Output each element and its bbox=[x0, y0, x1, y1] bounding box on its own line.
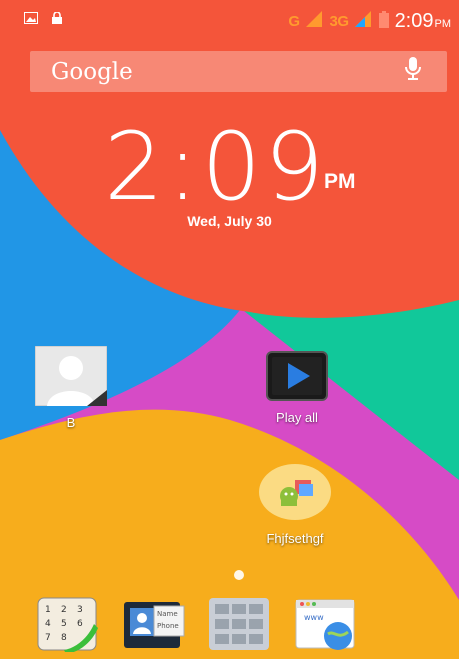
status-bar: G 3G 2:09PM bbox=[0, 0, 459, 40]
play-icon bbox=[266, 351, 328, 404]
battery-icon bbox=[378, 10, 389, 33]
network-label: G bbox=[288, 13, 300, 30]
lock-notification-icon bbox=[52, 11, 62, 29]
network-type-label: 3G bbox=[329, 13, 350, 30]
mic-icon[interactable] bbox=[405, 57, 421, 86]
dock-phone[interactable]: 123 456 78 bbox=[36, 596, 100, 654]
android-folder-icon bbox=[257, 462, 333, 525]
svg-text:1: 1 bbox=[45, 605, 51, 615]
google-logo: Google bbox=[51, 58, 133, 85]
page-indicator-dot bbox=[234, 570, 244, 580]
svg-text:4: 4 bbox=[45, 619, 51, 629]
wallpaper bbox=[0, 0, 459, 659]
clock-ampm: PM bbox=[324, 170, 356, 193]
svg-text:8: 8 bbox=[61, 633, 67, 643]
svg-text:5: 5 bbox=[61, 619, 67, 629]
card-phone-text: Phone bbox=[157, 622, 179, 630]
dock-contacts[interactable]: Name Phone bbox=[122, 596, 186, 652]
signal-icon bbox=[305, 11, 324, 32]
phone-dialer-icon: 123 456 78 bbox=[36, 597, 100, 656]
image-notification-icon bbox=[24, 11, 38, 29]
status-time: 2:09PM bbox=[394, 10, 451, 32]
app-folder-fhjfsethgf[interactable]: Fhjfsethgf bbox=[255, 462, 335, 546]
clock-time: 2:09 bbox=[103, 113, 328, 222]
browser-www-text: www bbox=[304, 613, 324, 622]
app-label: Fhjfsethgf bbox=[266, 531, 324, 546]
svg-text:7: 7 bbox=[45, 633, 51, 643]
svg-text:2: 2 bbox=[61, 605, 67, 615]
svg-text:3: 3 bbox=[77, 605, 83, 615]
app-play-all[interactable]: Play all bbox=[262, 351, 332, 425]
dock-browser[interactable]: www bbox=[294, 596, 358, 652]
app-label: Play all bbox=[276, 410, 318, 425]
home-screen: G 3G 2:09PM Google 2:09 PM Wed, July 30 bbox=[0, 0, 459, 659]
browser-icon: www bbox=[294, 599, 358, 656]
app-label: B bbox=[66, 415, 76, 430]
clock-date: Wed, July 30 bbox=[187, 213, 272, 229]
contact-icon bbox=[34, 345, 108, 409]
signal-strength-icon bbox=[354, 11, 373, 32]
google-search-bar[interactable]: Google bbox=[30, 51, 447, 92]
app-contact-b[interactable]: B bbox=[34, 345, 108, 430]
card-name-text: Name bbox=[157, 610, 178, 618]
dock-app-drawer[interactable] bbox=[207, 596, 271, 652]
svg-text:6: 6 bbox=[77, 619, 83, 629]
clock-widget[interactable]: 2:09 PM Wed, July 30 bbox=[0, 113, 459, 230]
app-drawer-icon bbox=[207, 598, 271, 656]
contacts-card-icon: Name Phone bbox=[122, 602, 188, 656]
